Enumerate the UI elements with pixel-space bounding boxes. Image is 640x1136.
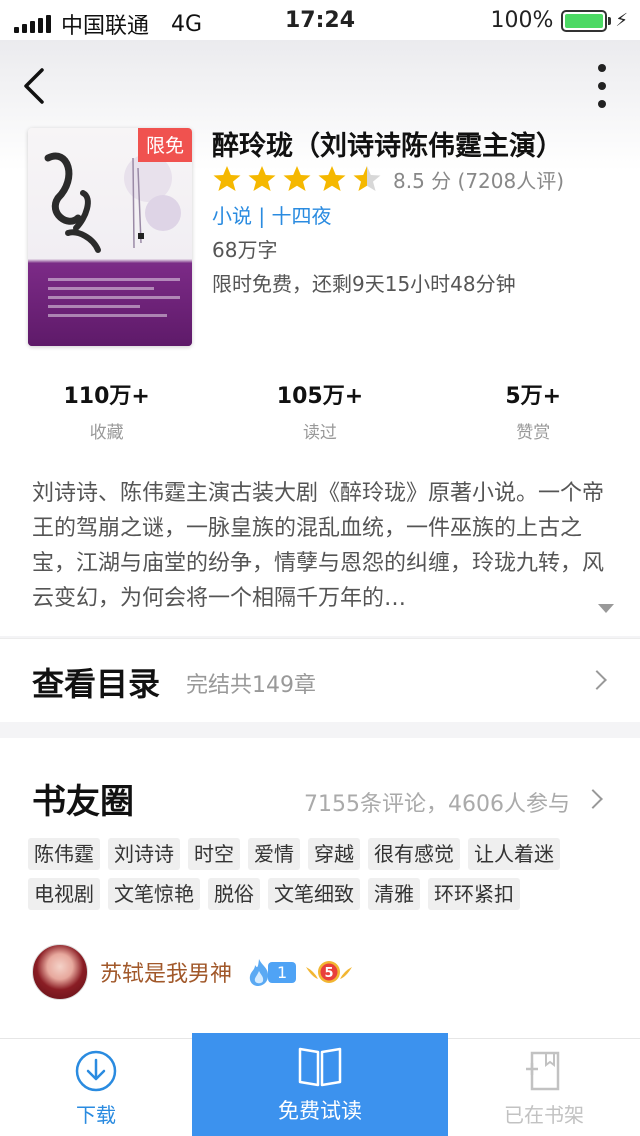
download-label: 下载 xyxy=(76,1103,116,1127)
bookshelf-icon xyxy=(526,1051,560,1091)
more-button[interactable] xyxy=(592,64,612,108)
rating-text: 8.5 分 (7208人评) xyxy=(393,168,565,193)
chevron-left-icon xyxy=(24,68,44,104)
commenter-name[interactable]: 苏轼是我男神 xyxy=(100,956,232,988)
stat-label: 赞赏 xyxy=(516,423,551,443)
tag-chip[interactable]: 让人着迷 xyxy=(468,838,560,870)
expand-arrow-icon[interactable] xyxy=(598,604,614,613)
vip-level-badge-icon: 5 xyxy=(306,961,353,983)
tag-chip[interactable]: 很有感觉 xyxy=(368,838,460,870)
stat-favorites: 110万+ 收藏 xyxy=(0,378,213,443)
tag-chip[interactable]: 陈伟霆 xyxy=(28,838,100,870)
back-button[interactable] xyxy=(18,62,58,110)
circle-stats-link[interactable]: 7155条评论，4606人参与 xyxy=(304,786,570,818)
tag-chip[interactable]: 穿越 xyxy=(308,838,360,870)
open-book-icon xyxy=(298,1047,342,1087)
book-title: 醉玲珑（刘诗诗陈伟霆主演） xyxy=(212,131,563,162)
stat-value: 105万+ xyxy=(276,384,364,409)
more-dot-icon xyxy=(598,100,606,108)
charging-icon: ⚡ xyxy=(615,10,628,31)
reader-circle-section: 书友圈 7155条评论，4606人参与 陈伟霆 刘诗诗 时空 爱情 穿越 很有感觉 让人着迷… xyxy=(0,738,640,1038)
book-category-link[interactable]: 小说 | 十四夜 xyxy=(212,200,331,229)
book-cover[interactable]: 限免 xyxy=(28,128,192,346)
tag-chip[interactable]: 脱俗 xyxy=(208,878,260,910)
tag-chip[interactable]: 电视剧 xyxy=(28,878,100,910)
book-description[interactable]: 刘诗诗、陈伟霆主演古装大剧《醉玲珑》原著小说。一个帝王的驾崩之谜，一脉皇族的混乱… xyxy=(32,476,622,616)
catalog-subtitle: 完结共149章 xyxy=(186,673,316,698)
star-icon xyxy=(248,166,276,191)
book-header: 限免 醉玲珑（刘诗诗陈伟霆主演） 8.5 分 (7208人评) 小说 | 十四夜… xyxy=(0,40,640,636)
rating-row: 8.5 分 (7208人评) xyxy=(212,164,564,194)
tag-chip[interactable]: 环环紧扣 xyxy=(428,878,520,910)
stat-read: 105万+ 读过 xyxy=(213,378,426,443)
tag-chip[interactable]: 时空 xyxy=(188,838,240,870)
tag-chip[interactable]: 刘诗诗 xyxy=(108,838,180,870)
download-button[interactable]: 下载 xyxy=(0,1039,192,1136)
stat-value: 5万+ xyxy=(505,384,562,409)
catalog-row[interactable]: 查看目录 完结共149章 xyxy=(0,638,640,722)
word-count: 68万字 xyxy=(212,238,278,262)
status-right: 100% ⚡ xyxy=(490,8,628,33)
on-shelf-label: 已在书架 xyxy=(504,1103,584,1127)
vip-level-number: 5 xyxy=(325,966,334,981)
star-icon xyxy=(283,166,311,191)
cover-band xyxy=(28,266,192,346)
star-icon xyxy=(318,166,346,191)
tag-chip[interactable]: 清雅 xyxy=(368,878,420,910)
status-bar: 中国联通 4G 17:24 100% ⚡ xyxy=(0,0,640,40)
avatar[interactable] xyxy=(32,944,88,1000)
stat-label: 收藏 xyxy=(89,423,124,443)
commenter-row[interactable]: 苏轼是我男神 1 5 xyxy=(32,944,354,1000)
star-icon xyxy=(213,166,241,191)
free-timer: 限时免费，还剩9天15小时48分钟 xyxy=(212,272,516,296)
catalog-title: 查看目录 xyxy=(32,665,161,703)
stat-tips: 5万+ 赞赏 xyxy=(427,378,640,443)
free-badge: 限免 xyxy=(137,128,192,162)
free-read-label: 免费试读 xyxy=(278,1099,362,1123)
fire-level-number: 1 xyxy=(268,961,297,983)
chevron-right-icon xyxy=(587,670,607,690)
circle-title: 书友圈 xyxy=(32,782,134,822)
stat-label: 读过 xyxy=(302,423,337,443)
fire-level-badge: 1 xyxy=(246,957,297,987)
free-read-button[interactable]: 免费试读 xyxy=(192,1033,448,1136)
tag-list: 陈伟霆 刘诗诗 时空 爱情 穿越 很有感觉 让人着迷电视剧 文笔惊艳 脱俗 文笔细致 清雅 环环紧扣 xyxy=(28,838,608,910)
stats-row: 110万+ 收藏 105万+ 读过 5万+ 赞赏 xyxy=(0,378,640,443)
stat-value: 110万+ xyxy=(63,384,150,409)
chevron-right-icon[interactable] xyxy=(583,789,603,809)
more-dot-icon xyxy=(598,64,606,72)
battery-icon xyxy=(561,9,612,32)
star-icon xyxy=(353,166,381,191)
rating-stars xyxy=(212,164,387,194)
tag-chip[interactable]: 爱情 xyxy=(248,838,300,870)
on-shelf-button[interactable]: 已在书架 xyxy=(448,1039,640,1136)
download-icon xyxy=(75,1050,117,1092)
more-dot-icon xyxy=(598,82,606,90)
bottom-action-bar: 下载 免费试读 已在书架 xyxy=(0,1033,640,1136)
tag-chip[interactable]: 文笔细致 xyxy=(268,878,360,910)
battery-percent: 100% xyxy=(490,8,554,33)
tag-chip[interactable]: 文笔惊艳 xyxy=(108,878,200,910)
